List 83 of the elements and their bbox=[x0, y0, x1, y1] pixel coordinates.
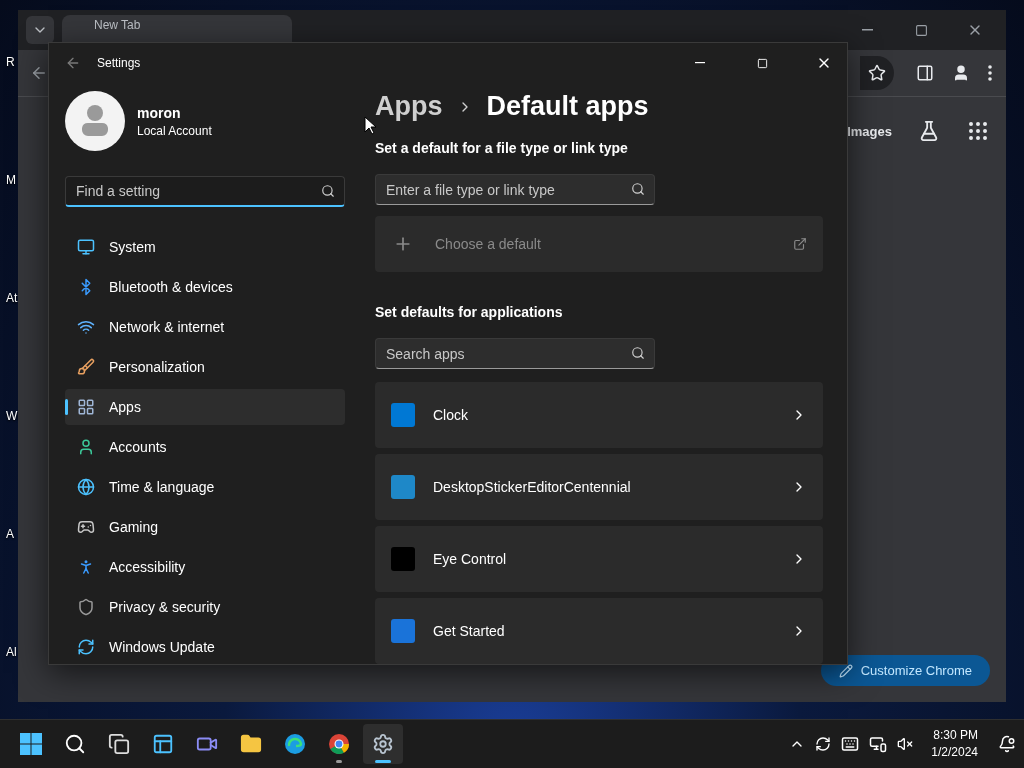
images-link[interactable]: Images bbox=[847, 123, 892, 139]
side-panel-icon bbox=[916, 64, 934, 82]
browser-swirl-icon bbox=[284, 733, 306, 755]
app-row[interactable]: DesktopStickerEditorCentennial bbox=[375, 454, 823, 520]
speaker-muted-icon[interactable] bbox=[897, 736, 914, 752]
person-icon bbox=[77, 438, 95, 456]
section-heading: Set defaults for applications bbox=[375, 304, 564, 320]
sync-icon[interactable] bbox=[815, 736, 832, 752]
apps-grid-button[interactable] bbox=[966, 119, 990, 143]
search-apps-field[interactable]: Search apps bbox=[375, 338, 655, 369]
gamepad-icon bbox=[77, 518, 95, 536]
back-button[interactable] bbox=[30, 64, 48, 82]
section-heading: Set a default for a file type or link type bbox=[375, 140, 629, 156]
more-vertical-icon bbox=[988, 65, 992, 81]
brush-icon bbox=[77, 358, 95, 376]
dot-grid-icon bbox=[966, 119, 990, 143]
keyboard-icon[interactable] bbox=[841, 735, 860, 753]
minimize-icon bbox=[861, 29, 873, 31]
choose-default-label: Choose a default bbox=[435, 236, 542, 252]
nav-item[interactable]: Time & language bbox=[65, 469, 345, 505]
nav-item[interactable]: Apps bbox=[65, 389, 345, 425]
network-icon[interactable] bbox=[869, 735, 888, 753]
user-name: moron bbox=[137, 104, 182, 121]
breadcrumb-link[interactable]: Apps bbox=[375, 91, 443, 122]
mouse-pointer-icon bbox=[364, 116, 376, 135]
desktop-icon-label[interactable]: At bbox=[6, 291, 20, 305]
flask-icon bbox=[918, 120, 940, 142]
person-icon bbox=[952, 64, 970, 82]
menu-button[interactable] bbox=[988, 65, 992, 81]
nav-item[interactable]: Privacy & security bbox=[65, 589, 345, 625]
browser-tab[interactable]: New Tab bbox=[62, 15, 292, 45]
desktop-icon-label[interactable]: A bbox=[6, 527, 20, 541]
clock[interactable]: 8:30 PM 1/2/2024 bbox=[931, 727, 978, 761]
labs-button[interactable] bbox=[918, 120, 940, 142]
pencil-icon bbox=[838, 663, 853, 678]
search-field[interactable]: Find a setting bbox=[65, 176, 345, 207]
nav-item[interactable]: System bbox=[65, 229, 345, 265]
nav-item[interactable]: Personalization bbox=[65, 349, 345, 385]
app-row[interactable]: Eye Control bbox=[375, 526, 823, 592]
side-panel-button[interactable] bbox=[916, 64, 934, 82]
nav-item[interactable]: Network & internet bbox=[65, 309, 345, 345]
notification-bell-icon[interactable] bbox=[998, 735, 1016, 753]
back-button[interactable] bbox=[65, 55, 81, 71]
search-icon bbox=[631, 182, 645, 196]
search-icon bbox=[64, 733, 86, 755]
search-icon bbox=[321, 184, 335, 198]
customize-button[interactable]: Customize Chrome bbox=[820, 655, 990, 686]
tab-search-button[interactable] bbox=[26, 16, 54, 44]
nav-item[interactable]: Bluetooth & devices bbox=[65, 269, 345, 305]
app-row[interactable]: Clock bbox=[375, 382, 823, 448]
gear-icon bbox=[372, 733, 394, 755]
nav-item[interactable]: Accessibility bbox=[65, 549, 345, 585]
desktop-icon-label[interactable]: M bbox=[6, 173, 20, 187]
nav-item[interactable]: Accounts bbox=[65, 429, 345, 465]
widgets-icon bbox=[152, 733, 174, 755]
maximize-icon bbox=[756, 57, 768, 69]
minimize-icon bbox=[695, 62, 705, 64]
maximize-icon bbox=[914, 23, 928, 37]
nav-item[interactable]: Gaming bbox=[65, 509, 345, 545]
page-title: Default apps bbox=[486, 91, 649, 122]
window-title: Settings bbox=[97, 56, 141, 70]
sync-icon bbox=[77, 638, 95, 656]
external-link-icon bbox=[793, 237, 807, 251]
profile-button[interactable] bbox=[952, 64, 970, 82]
apps-icon bbox=[77, 398, 95, 416]
windows-logo-icon bbox=[19, 732, 43, 756]
desktop-icon-label[interactable]: R bbox=[6, 55, 20, 69]
monitor-icon bbox=[77, 238, 95, 256]
bookmark-star-icon[interactable] bbox=[868, 64, 886, 82]
search-icon bbox=[631, 346, 645, 360]
folder-icon bbox=[240, 733, 262, 755]
file-type-search-field[interactable]: Enter a file type or link type bbox=[375, 174, 655, 205]
account-type: Local Account bbox=[137, 123, 212, 138]
avatar bbox=[65, 91, 125, 151]
address-bar[interactable] bbox=[860, 56, 894, 90]
shield-icon bbox=[77, 598, 95, 616]
taskbar-app[interactable] bbox=[363, 724, 403, 764]
task-view-icon bbox=[108, 733, 130, 755]
app-row[interactable]: Get Started bbox=[375, 598, 823, 664]
chrome-logo-icon bbox=[328, 733, 350, 755]
nav-item[interactable]: Windows Update bbox=[65, 629, 345, 665]
desktop-icon-label[interactable]: Al bbox=[6, 645, 20, 659]
wifi-icon bbox=[77, 318, 95, 336]
